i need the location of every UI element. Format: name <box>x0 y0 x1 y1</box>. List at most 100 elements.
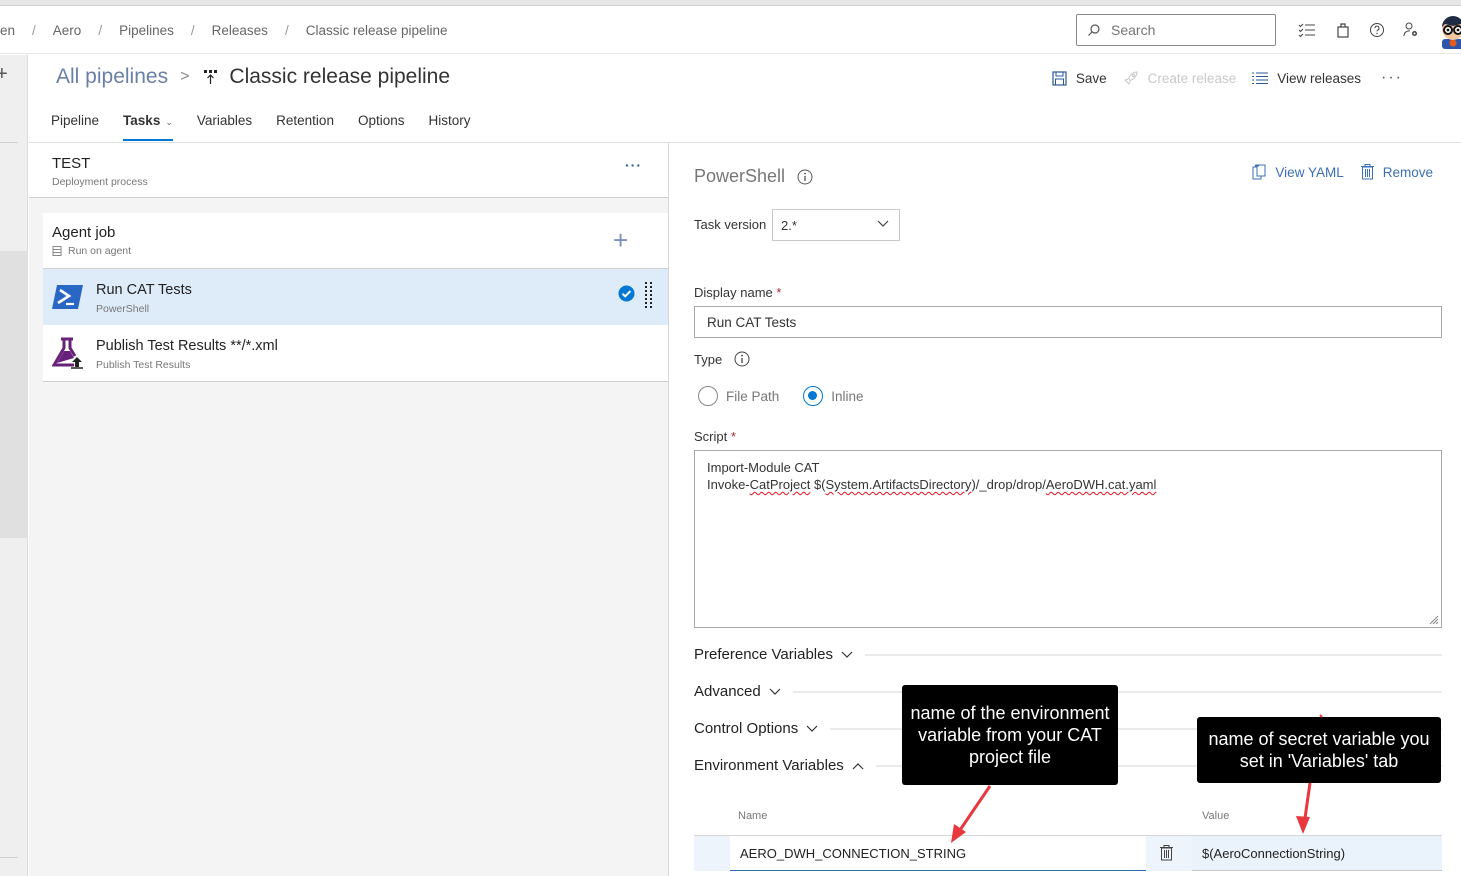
view-yaml-button[interactable]: View YAML <box>1252 164 1344 180</box>
section-preference-variables[interactable]: Preference Variables <box>694 646 1442 663</box>
rail-divider <box>0 857 18 858</box>
task-list: Agent job Run on agent + Run CAT Tests P… <box>43 213 668 382</box>
agent-job[interactable]: Agent job Run on agent + <box>43 213 668 269</box>
list-icon <box>1252 72 1269 84</box>
tab-variables[interactable]: Variables <box>197 105 252 141</box>
tab-options[interactable]: Options <box>358 105 405 141</box>
breadcrumb-releases[interactable]: Releases <box>212 23 268 38</box>
top-header: en / Aero / Pipelines / Releases / Class… <box>0 6 1461 54</box>
env-value-text: $(AeroConnectionString) <box>1202 845 1346 861</box>
all-pipelines-link[interactable]: All pipelines <box>56 65 168 89</box>
annotation-callout-env-name: name of the environment variable from yo… <box>902 685 1118 785</box>
new-item-icon[interactable]: + <box>0 63 8 86</box>
view-releases-label: View releases <box>1277 70 1362 86</box>
breadcrumb-org[interactable]: en <box>0 23 15 38</box>
page-title: Classic release pipeline <box>229 65 451 88</box>
pipeline-titlebar: All pipelines > Classic release pipeline… <box>29 55 1461 143</box>
env-name-header: Name <box>738 810 768 822</box>
breadcrumb-current[interactable]: Classic release pipeline <box>306 23 448 38</box>
stage-subtitle: Deployment process <box>52 176 148 188</box>
display-name-input[interactable] <box>694 306 1442 338</box>
breadcrumb: en / Aero / Pipelines / Releases / Class… <box>0 6 448 54</box>
script-label-text: Script <box>694 429 728 444</box>
save-icon <box>1052 70 1067 86</box>
env-value-input[interactable]: $(AeroConnectionString) <box>1192 836 1442 871</box>
job-subtitle-text: Run on agent <box>68 245 132 257</box>
info-icon[interactable] <box>797 169 813 185</box>
breadcrumb-separator: / <box>284 22 289 38</box>
task-detail-title: PowerShell <box>694 166 813 187</box>
section-divider <box>864 653 1442 656</box>
tab-pipeline[interactable]: Pipeline <box>51 105 99 141</box>
script-textarea[interactable]: Import-Module CAT Invoke-CatProject $(Sy… <box>694 450 1442 628</box>
section-label: Preference Variables <box>694 646 833 663</box>
stage-more-button[interactable]: ··· <box>625 157 642 173</box>
job-subtitle: Run on agent <box>52 245 131 257</box>
more-actions-button[interactable]: ··· <box>1381 69 1403 87</box>
env-name-input[interactable] <box>730 836 1146 871</box>
info-icon[interactable] <box>734 351 750 367</box>
tab-label: Pipeline <box>51 113 100 128</box>
breadcrumb-project[interactable]: Aero <box>53 23 82 38</box>
env-value-header: Value <box>1202 810 1230 822</box>
remove-label: Remove <box>1382 164 1433 180</box>
tab-history[interactable]: History <box>428 105 470 141</box>
work-items-icon[interactable] <box>1297 20 1317 40</box>
tab-tasks[interactable]: Tasks ⌄ <box>123 105 173 141</box>
search-input[interactable] <box>1111 22 1261 38</box>
publish-test-results-icon <box>52 337 83 369</box>
resize-grip-icon[interactable] <box>1429 615 1439 625</box>
breadcrumb-pipelines[interactable]: Pipelines <box>119 23 174 38</box>
env-variable-row: $(AeroConnectionString) <box>694 835 1442 871</box>
job-name: Agent job <box>52 224 116 241</box>
task-type: Publish Test Results <box>96 359 191 371</box>
script-token: $( <box>810 477 826 492</box>
pipeline-actions: Save Create release View releases ··· <box>1036 69 1403 87</box>
script-token-misspelled: AeroDWH.cat.yaml <box>1045 477 1157 492</box>
tab-retention[interactable]: Retention <box>276 105 334 141</box>
task-version-select[interactable]: 2.* <box>772 209 900 241</box>
marketplace-bag-icon[interactable] <box>1333 20 1353 40</box>
view-releases-button[interactable]: View releases <box>1252 71 1361 86</box>
create-release-button[interactable]: Create release <box>1123 70 1237 86</box>
task-row-publish-test-results[interactable]: Publish Test Results **/*.xml Publish Te… <box>43 325 668 381</box>
chevron-up-icon <box>852 762 864 769</box>
chevron-down-icon <box>806 725 818 732</box>
chevron-down-icon <box>877 220 889 227</box>
save-label: Save <box>1075 70 1107 86</box>
pipeline-tabs: Pipeline Tasks ⌄ Variables Retention Opti… <box>51 105 495 141</box>
search-box[interactable] <box>1076 14 1276 46</box>
tab-label: Options <box>357 113 405 128</box>
annotation-callout-secret-variable: name of secret variable you set in 'Vari… <box>1197 717 1441 783</box>
radio-file-path[interactable]: File Path <box>698 386 779 406</box>
user-settings-icon[interactable] <box>1401 20 1421 40</box>
type-radio-group: File Path Inline <box>698 386 888 406</box>
save-button[interactable]: Save <box>1052 71 1107 86</box>
task-detail-actions: View YAML Remove <box>1235 164 1433 180</box>
script-token-misspelled: CatProject <box>749 477 811 492</box>
stage-name: TEST <box>52 155 91 172</box>
avatar[interactable] <box>1436 13 1461 49</box>
radio-inline[interactable]: Inline <box>803 386 864 406</box>
script-token: )/_drop/drop/ <box>971 477 1046 492</box>
tab-label: Tasks <box>123 113 161 128</box>
powershell-icon <box>52 285 83 309</box>
task-row-run-cat-tests[interactable]: Run CAT Tests PowerShell <box>43 269 668 325</box>
display-name-label-text: Display name <box>694 285 773 300</box>
help-icon[interactable] <box>1367 20 1387 40</box>
trash-icon[interactable] <box>1160 845 1173 861</box>
remove-task-button[interactable]: Remove <box>1360 164 1433 180</box>
add-task-button[interactable]: + <box>613 225 628 256</box>
display-name-label: Display name * <box>694 285 781 300</box>
create-release-label: Create release <box>1147 70 1237 86</box>
rocket-icon <box>1123 71 1138 85</box>
rail-active-item[interactable] <box>0 251 28 538</box>
task-name: Run CAT Tests <box>96 282 192 298</box>
drag-handle-icon[interactable] <box>645 282 653 312</box>
task-name: Publish Test Results **/*.xml <box>96 338 278 354</box>
tab-label: History <box>428 113 471 128</box>
radio-label: File Path <box>726 388 780 404</box>
tab-label: Retention <box>276 113 334 128</box>
required-mark: * <box>730 429 736 444</box>
stage-header[interactable]: TEST Deployment process ··· <box>29 143 668 198</box>
